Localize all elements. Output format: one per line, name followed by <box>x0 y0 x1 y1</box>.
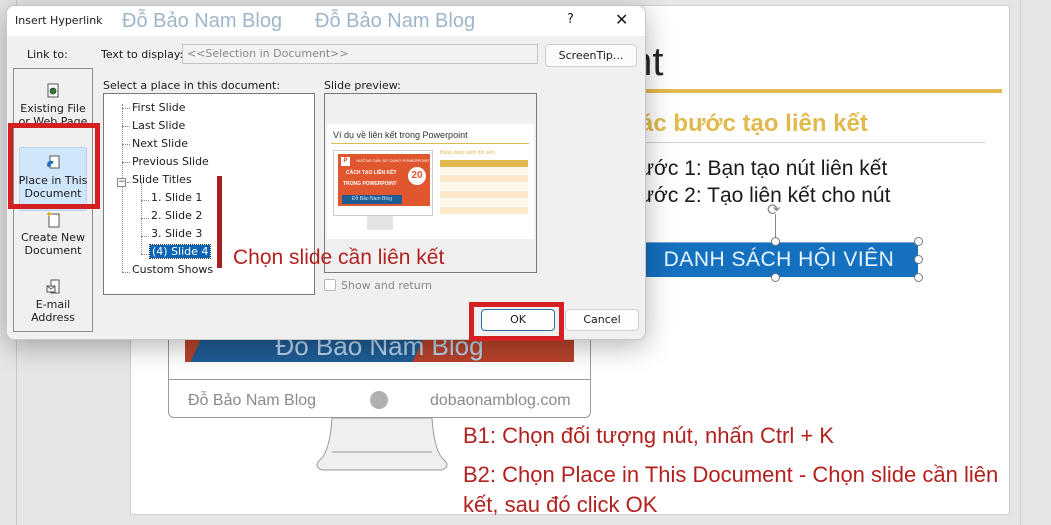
email-icon <box>46 279 60 294</box>
annotation-marker-bar <box>217 176 222 268</box>
link-to-label-line1: Existing File <box>20 102 86 115</box>
tree-item-slide-1[interactable]: 1. Slide 1 <box>151 191 202 204</box>
monitor-power-dot <box>370 391 388 409</box>
new-document-icon <box>47 212 60 228</box>
step-2-text: ước 2: Tạo liên kết cho nút <box>640 184 891 207</box>
tree-connector <box>122 104 123 272</box>
link-to-label-line2: Address <box>31 311 75 324</box>
resize-handle-top-right[interactable] <box>914 237 923 246</box>
tree-item-next-slide[interactable]: Next Slide <box>132 137 188 150</box>
tree-connector <box>122 272 130 273</box>
help-button[interactable]: ? <box>567 12 574 27</box>
preview-table-header <box>440 160 528 167</box>
tree-item-first-slide[interactable]: First Slide <box>132 101 186 114</box>
tree-item-slide-titles[interactable]: Slide Titles <box>132 173 192 186</box>
preview-table-title: Bảng danh sách hội viên <box>440 150 495 156</box>
resize-handle-right[interactable] <box>914 255 923 264</box>
dialog-title: Insert Hyperlink <box>15 14 103 27</box>
web-page-icon <box>47 83 59 98</box>
tree-item-slide-4-selected[interactable]: (4) Slide 4 <box>148 244 212 259</box>
preview-table-row <box>440 167 528 175</box>
checkbox-box[interactable] <box>324 279 336 291</box>
preview-monitor-stand <box>367 216 393 230</box>
monitor-stand <box>316 418 448 471</box>
preview-table-row <box>440 175 528 183</box>
preview-slide-title: Ví dụ về liên kết trong Powerpoint <box>333 130 468 140</box>
tree-item-previous-slide[interactable]: Previous Slide <box>132 155 209 168</box>
preview-screen-heading: CÁCH TẠO LIÊN KẾT <box>346 170 397 176</box>
resize-handle-bottom[interactable] <box>771 273 780 282</box>
tree-connector <box>141 236 149 237</box>
tree-connector <box>122 162 130 163</box>
close-button[interactable]: ✕ <box>615 10 628 29</box>
link-to-existing-file[interactable]: Existing File or Web Page <box>14 83 92 128</box>
resize-handle-bottom-right[interactable] <box>914 273 923 282</box>
instruction-step-1: B1: Chọn đối tượng nút, nhấn Ctrl + K <box>463 423 834 448</box>
members-list-button[interactable]: DANH SÁCH HỘI VIÊN <box>640 242 918 277</box>
subtitle-divider <box>640 142 985 143</box>
select-place-label: Select a place in this document: <box>103 79 281 92</box>
preview-members-table <box>440 160 528 215</box>
watermark: Đỗ Bảo Nam Blog <box>122 10 283 32</box>
annotation-choose-slide: Chọn slide cần liên kết <box>233 246 445 269</box>
highlight-box-ok <box>469 302 564 341</box>
insert-hyperlink-dialog: Insert Hyperlink Đỗ Bảo Nam Blog Đỗ Bảo … <box>6 5 646 341</box>
preview-table-row <box>440 199 528 207</box>
tree-connector <box>122 126 130 127</box>
rotate-handle-icon[interactable]: ⟳ <box>767 200 780 220</box>
text-to-display-input[interactable]: <<Selection in Document>> <box>182 44 538 64</box>
cancel-button[interactable]: Cancel <box>565 309 639 331</box>
slide-subtitle: ác bước tạo liên kết <box>640 110 868 137</box>
preview-slide: Ví dụ về liên kết trong Powerpoint P HƯỚ… <box>327 124 534 239</box>
monitor-brand-text: Đỗ Bảo Nam Blog <box>188 392 317 409</box>
preview-episode-number: 20 <box>408 167 426 185</box>
tree-connector <box>141 218 149 219</box>
link-to-email-address[interactable]: E-mail Address <box>14 279 92 324</box>
preview-title-underline <box>331 143 529 144</box>
show-and-return-checkbox[interactable]: Show and return <box>324 279 432 292</box>
preview-monitor: P HƯỚNG DẪN SỬ DỤNG POWERPOINT CÁCH TẠO … <box>333 150 433 216</box>
collapse-icon[interactable]: − <box>117 178 126 187</box>
tree-connector <box>141 254 149 255</box>
text-to-display-label: Text to display: <box>101 48 184 61</box>
preview-screen-caption: HƯỚNG DẪN SỬ DỤNG POWERPOINT <box>356 158 430 163</box>
link-to-create-new-document[interactable]: Create New Document <box>14 212 92 257</box>
preview-table-row <box>440 207 528 215</box>
link-to-label: Link to: <box>27 48 68 61</box>
dialog-titlebar[interactable]: Insert Hyperlink Đỗ Bảo Nam Blog Đỗ Bảo … <box>7 6 645 36</box>
link-to-label-line1: E-mail <box>35 298 71 311</box>
step-1-text: ước 1: Bạn tạo nút liên kết <box>640 157 888 180</box>
tree-item-custom-shows[interactable]: Custom Shows <box>132 263 213 276</box>
preview-table-row <box>440 191 528 199</box>
screentip-button[interactable]: ScreenTip... <box>545 44 637 67</box>
tree-item-last-slide[interactable]: Last Slide <box>132 119 185 132</box>
scrollbar-edge <box>1020 0 1021 525</box>
tree-connector <box>122 144 130 145</box>
powerpoint-logo-icon: P <box>341 157 350 166</box>
preview-blog-banner: Đỗ Bảo Nam Blog <box>342 195 402 204</box>
tree-connector <box>122 108 130 109</box>
link-to-label-line2: Document <box>24 244 82 257</box>
show-and-return-label: Show and return <box>341 279 433 292</box>
monitor-url-text: dobaonamblog.com <box>430 392 571 409</box>
resize-handle-top[interactable] <box>771 237 780 246</box>
tree-item-slide-3[interactable]: 3. Slide 3 <box>151 227 202 240</box>
preview-screen: P HƯỚNG DẪN SỬ DỤNG POWERPOINT CÁCH TẠO … <box>338 154 430 206</box>
watermark: Đỗ Bảo Nam Blog <box>315 10 476 32</box>
monitor-divider <box>168 379 591 380</box>
highlight-box-place-in-document <box>8 123 100 209</box>
tree-connector <box>141 200 149 201</box>
preview-screen-heading-2: TRONG POWERPOINT <box>343 181 397 187</box>
tree-item-slide-2[interactable]: 2. Slide 2 <box>151 209 202 222</box>
link-to-label-line1: Create New <box>20 231 86 244</box>
instruction-step-2: B2: Chọn Place in This Document - Chọn s… <box>463 462 999 517</box>
tree-connector <box>127 182 131 183</box>
slide-preview-label: Slide preview: <box>324 79 401 92</box>
preview-table-row <box>440 183 528 191</box>
